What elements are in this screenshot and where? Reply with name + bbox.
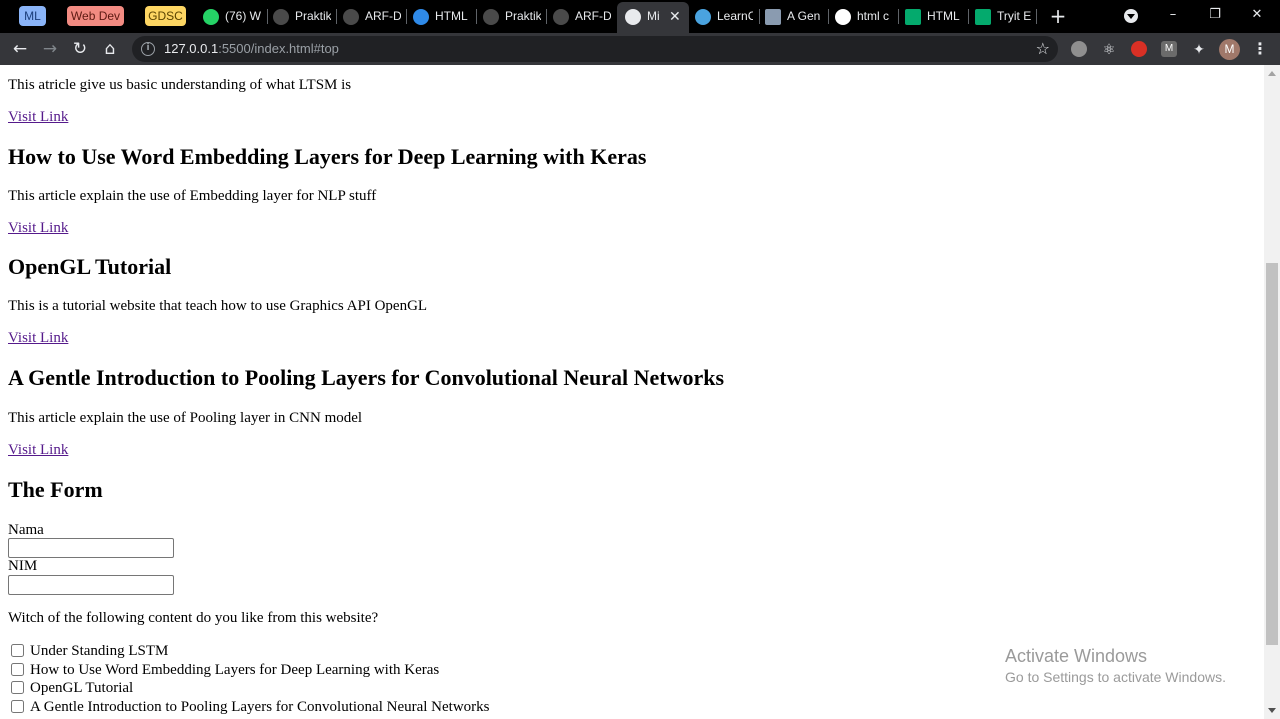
github-icon xyxy=(553,9,569,25)
option-checkbox[interactable] xyxy=(11,663,24,676)
article-title: OpenGL Tutorial xyxy=(8,254,172,279)
option-label: A Gentle Introduction to Pooling Layers … xyxy=(30,699,490,715)
visit-link[interactable]: Visit Link xyxy=(8,219,68,237)
article-description: This article explain the use of Pooling … xyxy=(8,410,363,426)
option-label: OpenGL Tutorial xyxy=(30,680,134,696)
bookmark-web-dev[interactable]: Web Dev xyxy=(67,6,124,26)
tab-google-search[interactable]: html c xyxy=(835,4,893,29)
react-devtools-icon[interactable]: ⚛ xyxy=(1101,41,1117,57)
tab-title: LearnC xyxy=(717,9,753,23)
tab-search-dropdown-icon[interactable] xyxy=(1124,9,1138,23)
tab-whatsapp[interactable]: (76) W xyxy=(203,4,263,29)
github-icon xyxy=(273,9,289,25)
tab-title: ARF-D xyxy=(575,9,611,23)
tab-praktik-2[interactable]: Praktik xyxy=(483,4,541,29)
visit-link[interactable]: Visit Link xyxy=(8,441,68,459)
tab-arf-d-2[interactable]: ARF-D xyxy=(553,4,611,29)
bookmark-ml[interactable]: ML xyxy=(19,6,46,26)
tab-title: HTML xyxy=(927,9,960,23)
info-icon[interactable]: i xyxy=(141,42,155,56)
option-label: How to Use Word Embedding Layers for Dee… xyxy=(30,662,440,678)
tab-active[interactable]: Mi ✕ xyxy=(617,2,689,33)
article-description: This is a tutorial website that teach ho… xyxy=(8,298,428,314)
option-checkbox[interactable] xyxy=(11,644,24,657)
scroll-up-icon[interactable] xyxy=(1268,71,1276,76)
form-heading: The Form xyxy=(8,477,103,502)
url-host: 127.0.0.1 xyxy=(164,41,219,56)
page-viewport: This atricle give us basic understanding… xyxy=(0,65,1264,719)
scrollbar-thumb[interactable] xyxy=(1266,263,1278,645)
nim-label: NIM xyxy=(8,558,38,574)
tab-title: Mi xyxy=(647,9,660,23)
nim-input[interactable] xyxy=(8,575,174,595)
extension-icon-3[interactable] xyxy=(1131,41,1147,57)
tab-title: Praktik xyxy=(505,9,541,23)
restore-button[interactable]: ❐ xyxy=(1192,0,1238,30)
edge-icon xyxy=(413,9,429,25)
back-button[interactable]: ← xyxy=(9,38,31,60)
watermark-subtitle: Go to Settings to activate Windows. xyxy=(1005,669,1226,685)
avatar[interactable]: M xyxy=(1219,39,1240,60)
tab-html-1[interactable]: HTML xyxy=(413,4,471,29)
url-path: :5500/index.html#top xyxy=(218,41,339,56)
browser-toolbar: ← → ↻ ⌂ i 127.0.0.1:5500/index.html#top … xyxy=(0,33,1280,65)
reload-button[interactable]: ↻ xyxy=(69,38,91,60)
tab-tryit-editor[interactable]: Tryit E xyxy=(975,4,1031,29)
browser-tab-strip: ML Web Dev GDSC (76) W Praktik ARF-D HTM… xyxy=(0,0,1280,33)
menu-kebab-icon[interactable]: ⋮ xyxy=(1252,39,1268,59)
new-tab-button[interactable]: + xyxy=(1049,4,1067,28)
bookmark-gdsc[interactable]: GDSC xyxy=(145,6,186,26)
option-checkbox[interactable] xyxy=(11,681,24,694)
url-text[interactable]: 127.0.0.1:5500/index.html#top xyxy=(164,36,339,62)
minimize-button[interactable]: – xyxy=(1150,0,1196,30)
scroll-down-icon[interactable] xyxy=(1268,708,1276,713)
tab-title: (76) W xyxy=(225,9,261,23)
tab-title: Praktik xyxy=(295,9,331,23)
option-label: Under Standing LSTM xyxy=(30,643,169,659)
w3schools-icon xyxy=(905,9,921,25)
tab-title: HTML xyxy=(435,9,468,23)
visit-link[interactable]: Visit Link xyxy=(8,108,68,126)
m-extension-icon[interactable]: M xyxy=(1161,41,1177,57)
tab-w3schools-html[interactable]: HTML xyxy=(905,4,963,29)
whatsapp-icon xyxy=(203,9,219,25)
close-window-button[interactable]: ✕ xyxy=(1234,0,1280,30)
article-description: This article explain the use of Embeddin… xyxy=(8,188,377,204)
article-title: How to Use Word Embedding Layers for Dee… xyxy=(8,144,647,169)
extension-icon-1[interactable] xyxy=(1071,41,1087,57)
w3schools-icon xyxy=(975,9,991,25)
tab-title: Tryit E xyxy=(997,9,1031,23)
page-scrollbar[interactable] xyxy=(1264,65,1280,719)
learncpp-icon xyxy=(695,9,711,25)
form-question: Witch of the following content do you li… xyxy=(8,610,379,626)
puzzle-icon[interactable]: ✦ xyxy=(1191,41,1207,57)
tab-title: A Gen xyxy=(787,9,821,23)
tab-praktik-1[interactable]: Praktik xyxy=(273,4,331,29)
watermark-title: Activate Windows xyxy=(1005,646,1148,666)
tab-a-gentle[interactable]: A Gen xyxy=(765,4,823,29)
github-icon xyxy=(483,9,499,25)
tab-title: html c xyxy=(857,9,890,23)
nama-input[interactable] xyxy=(8,538,174,558)
forward-button[interactable]: → xyxy=(39,38,61,60)
tab-arf-d-1[interactable]: ARF-D xyxy=(343,4,401,29)
tab-learncpp[interactable]: LearnC xyxy=(695,4,753,29)
home-button[interactable]: ⌂ xyxy=(99,38,121,60)
address-bar[interactable]: i 127.0.0.1:5500/index.html#top ☆ xyxy=(132,36,1058,62)
article-description: This atricle give us basic understanding… xyxy=(8,77,352,93)
tab-title: ARF-D xyxy=(365,9,401,23)
article-title: A Gentle Introduction to Pooling Layers … xyxy=(8,365,725,390)
visit-link[interactable]: Visit Link xyxy=(8,329,68,347)
close-tab-icon[interactable]: ✕ xyxy=(669,2,681,31)
google-icon xyxy=(835,9,851,25)
github-icon xyxy=(343,9,359,25)
windows-activation-watermark: Activate Windows Go to Settings to activ… xyxy=(1005,646,1226,687)
bookmark-star-icon[interactable]: ☆ xyxy=(1036,38,1050,60)
option-checkbox[interactable] xyxy=(11,700,24,713)
page-thumb-icon xyxy=(765,9,781,25)
nama-label: Nama xyxy=(8,522,44,538)
globe-icon xyxy=(625,9,641,25)
